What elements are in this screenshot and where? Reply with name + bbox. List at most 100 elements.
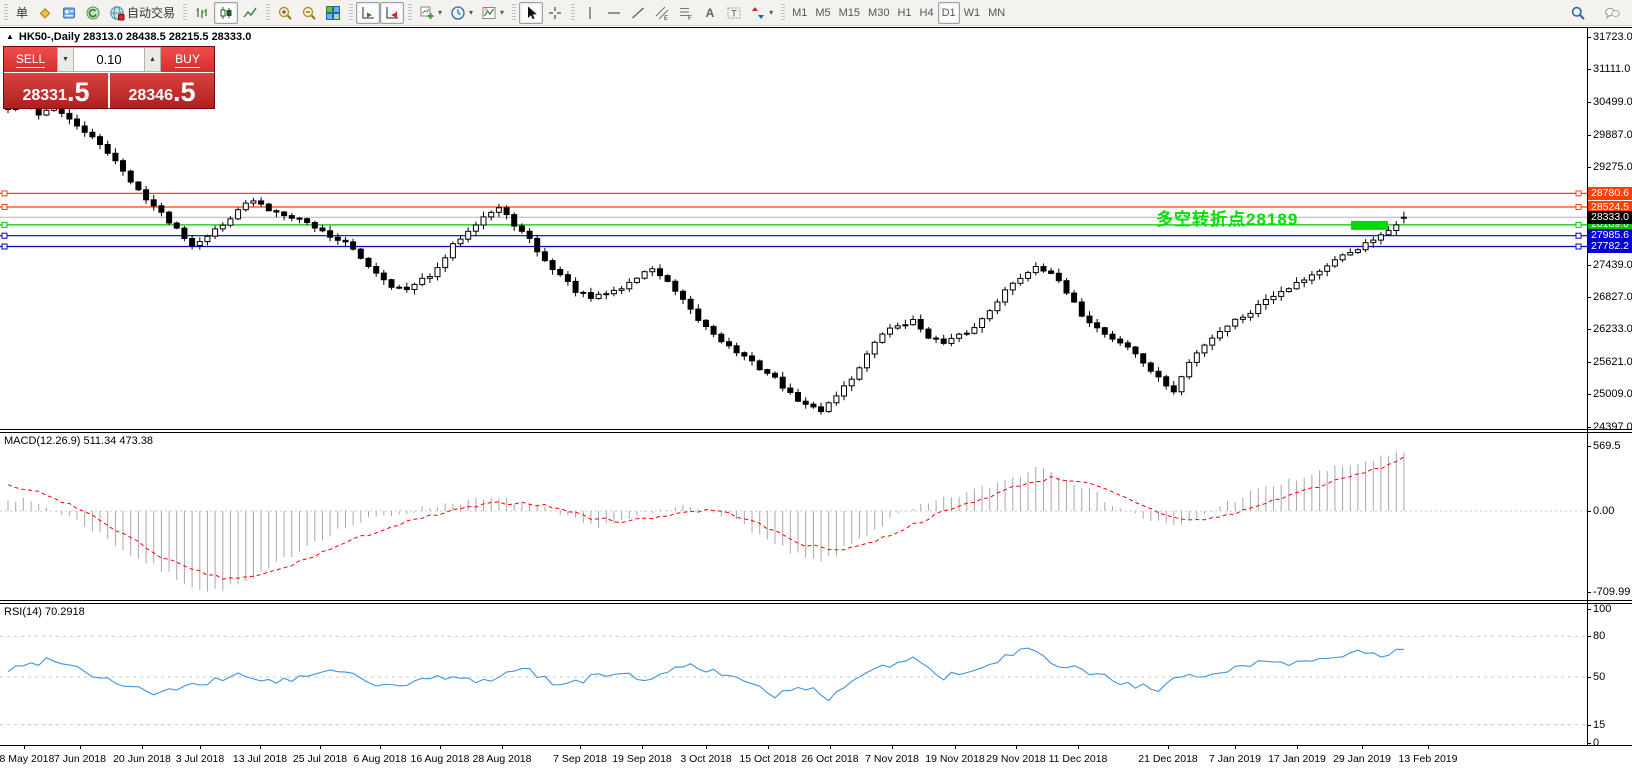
autotrading-button[interactable]: 自动交易	[105, 2, 179, 24]
new-order-label: 单	[15, 6, 28, 20]
time-axis-tick	[830, 745, 831, 749]
buy-button[interactable]: BUY	[161, 47, 214, 72]
line-anchor-handle[interactable]	[1, 204, 8, 210]
axis-tick-label: 27439.0	[1593, 258, 1632, 271]
line-anchor-handle[interactable]	[1, 243, 8, 250]
cursor-button[interactable]	[519, 1, 544, 24]
zoom-in-button[interactable]	[273, 2, 297, 24]
axis-tick	[1587, 446, 1591, 447]
toolbar-group-grip	[266, 3, 271, 22]
trendline-icon	[630, 5, 646, 21]
line-anchor-handle[interactable]	[1575, 204, 1582, 210]
pane-divider[interactable]	[0, 429, 1632, 430]
timeframe-m5[interactable]: M5	[811, 2, 834, 24]
axis-tick	[1587, 264, 1591, 266]
auto-scroll-button[interactable]	[356, 1, 381, 24]
collapse-panel-icon[interactable]: ▲	[6, 32, 14, 41]
time-axis-label: 7 Jun 2018	[54, 753, 106, 765]
text-button[interactable]: A	[698, 2, 722, 24]
axis-tick-label: 26233.0	[1593, 322, 1632, 335]
market-watch-button[interactable]	[33, 2, 57, 24]
volume-decrease-button[interactable]: ▼	[57, 47, 74, 72]
timeframe-m1[interactable]: M1	[788, 2, 811, 24]
crosshair-button[interactable]	[543, 2, 567, 24]
time-axis-label: 6 Aug 2018	[353, 753, 407, 765]
axis-tick	[1587, 167, 1591, 169]
svg-text:A: A	[706, 6, 715, 20]
macd-histogram	[7, 451, 1405, 592]
dropdown-caret-icon[interactable]: ▾	[438, 8, 442, 17]
time-axis-label: 7 Jan 2019	[1209, 753, 1261, 765]
line-chart-button[interactable]	[238, 2, 262, 24]
axis-tick-label: 31723.0	[1593, 30, 1632, 43]
axis-tick	[1587, 134, 1591, 136]
vertical-line-button[interactable]	[578, 2, 602, 24]
line-anchor-handle[interactable]	[1575, 232, 1582, 239]
time-axis-tick	[260, 745, 261, 749]
line-anchor-handle[interactable]	[1575, 221, 1582, 228]
line-anchor-handle[interactable]	[1, 232, 8, 239]
line-anchor-handle[interactable]	[1, 190, 8, 197]
new-order-button[interactable]: 单	[11, 2, 33, 24]
sell-button[interactable]: SELL	[4, 47, 57, 72]
timeframe-m30[interactable]: M30	[864, 2, 893, 24]
data-window-button[interactable]	[57, 2, 81, 24]
dropdown-caret-icon[interactable]: ▾	[469, 8, 473, 17]
time-axis-tick	[24, 745, 25, 749]
axis-tick	[1587, 426, 1591, 428]
indicators-list-icon	[419, 5, 435, 21]
chart-window[interactable]: ▲ HK50-,Daily 28313.0 28438.5 28215.5 283…	[0, 26, 1632, 774]
timeframe-d1[interactable]: D1	[937, 1, 960, 24]
macd-signal-line	[7, 456, 1405, 580]
axis-tick	[1587, 724, 1591, 726]
macd-pane-canvas[interactable]	[0, 433, 1587, 600]
volume-increase-button[interactable]: ▲	[144, 47, 161, 72]
tile-windows-button[interactable]	[321, 2, 345, 24]
navigator-button[interactable]	[81, 2, 105, 24]
axis-tick-label: 29275.0	[1593, 161, 1632, 174]
pane-divider[interactable]	[0, 600, 1632, 601]
timeframe-h4[interactable]: H4	[916, 2, 938, 24]
indicators-list-button[interactable]: ▾	[415, 2, 446, 24]
sell-price-button[interactable]: 28331.5	[4, 73, 108, 108]
volume-input[interactable]	[74, 47, 144, 72]
line-anchor-handle[interactable]	[1575, 190, 1582, 197]
periods-button[interactable]: ▾	[446, 2, 477, 24]
candlestick-chart-button[interactable]	[214, 1, 239, 24]
time-axis-label: 7 Nov 2018	[865, 753, 919, 765]
market-watch-icon	[37, 5, 53, 21]
chart-annotation-text[interactable]: 多空转折点28189	[1156, 205, 1298, 230]
arrow-objects-button[interactable]: ▾	[746, 2, 777, 24]
axis-tick	[1587, 609, 1591, 610]
toolbar-group-grip	[571, 3, 576, 22]
chart-shift-button[interactable]	[380, 1, 405, 24]
bar-chart-button[interactable]	[190, 2, 214, 24]
line-anchor-handle[interactable]	[1575, 243, 1582, 250]
axis-tick	[1587, 297, 1591, 299]
price-chart-canvas[interactable]	[0, 28, 1587, 429]
trendline-button[interactable]	[626, 2, 650, 24]
time-axis-label: 16 Aug 2018	[410, 753, 470, 765]
time-axis-label: 20 Jun 2018	[113, 753, 171, 765]
dropdown-caret-icon[interactable]: ▾	[500, 8, 504, 17]
buy-price-button[interactable]: 28346.5	[110, 73, 214, 108]
text-label-button[interactable]: T	[722, 2, 746, 24]
horizontal-line-button[interactable]	[602, 2, 626, 24]
search-button[interactable]	[1566, 2, 1590, 24]
community-chat-button[interactable]	[1600, 2, 1624, 24]
highlight-rectangle[interactable]	[1351, 220, 1388, 230]
templates-button[interactable]: ▾	[477, 2, 508, 24]
timeframe-m15[interactable]: M15	[835, 2, 864, 24]
line-anchor-handle[interactable]	[1, 221, 8, 228]
axis-tick-label: 50	[1593, 671, 1606, 683]
timeframe-h4-label: H4	[919, 6, 934, 19]
fibonacci-retracement-button[interactable]: F	[674, 2, 698, 24]
equidistant-channel-button[interactable]: E	[650, 2, 674, 24]
dropdown-caret-icon[interactable]: ▾	[769, 8, 773, 17]
time-axis-label: 26 Oct 2018	[801, 753, 859, 765]
rsi-pane-canvas[interactable]	[0, 604, 1587, 745]
timeframe-h1[interactable]: H1	[893, 2, 915, 24]
timeframe-w1[interactable]: W1	[960, 2, 985, 24]
zoom-out-button[interactable]	[297, 2, 321, 24]
timeframe-mn[interactable]: MN	[984, 2, 1009, 24]
